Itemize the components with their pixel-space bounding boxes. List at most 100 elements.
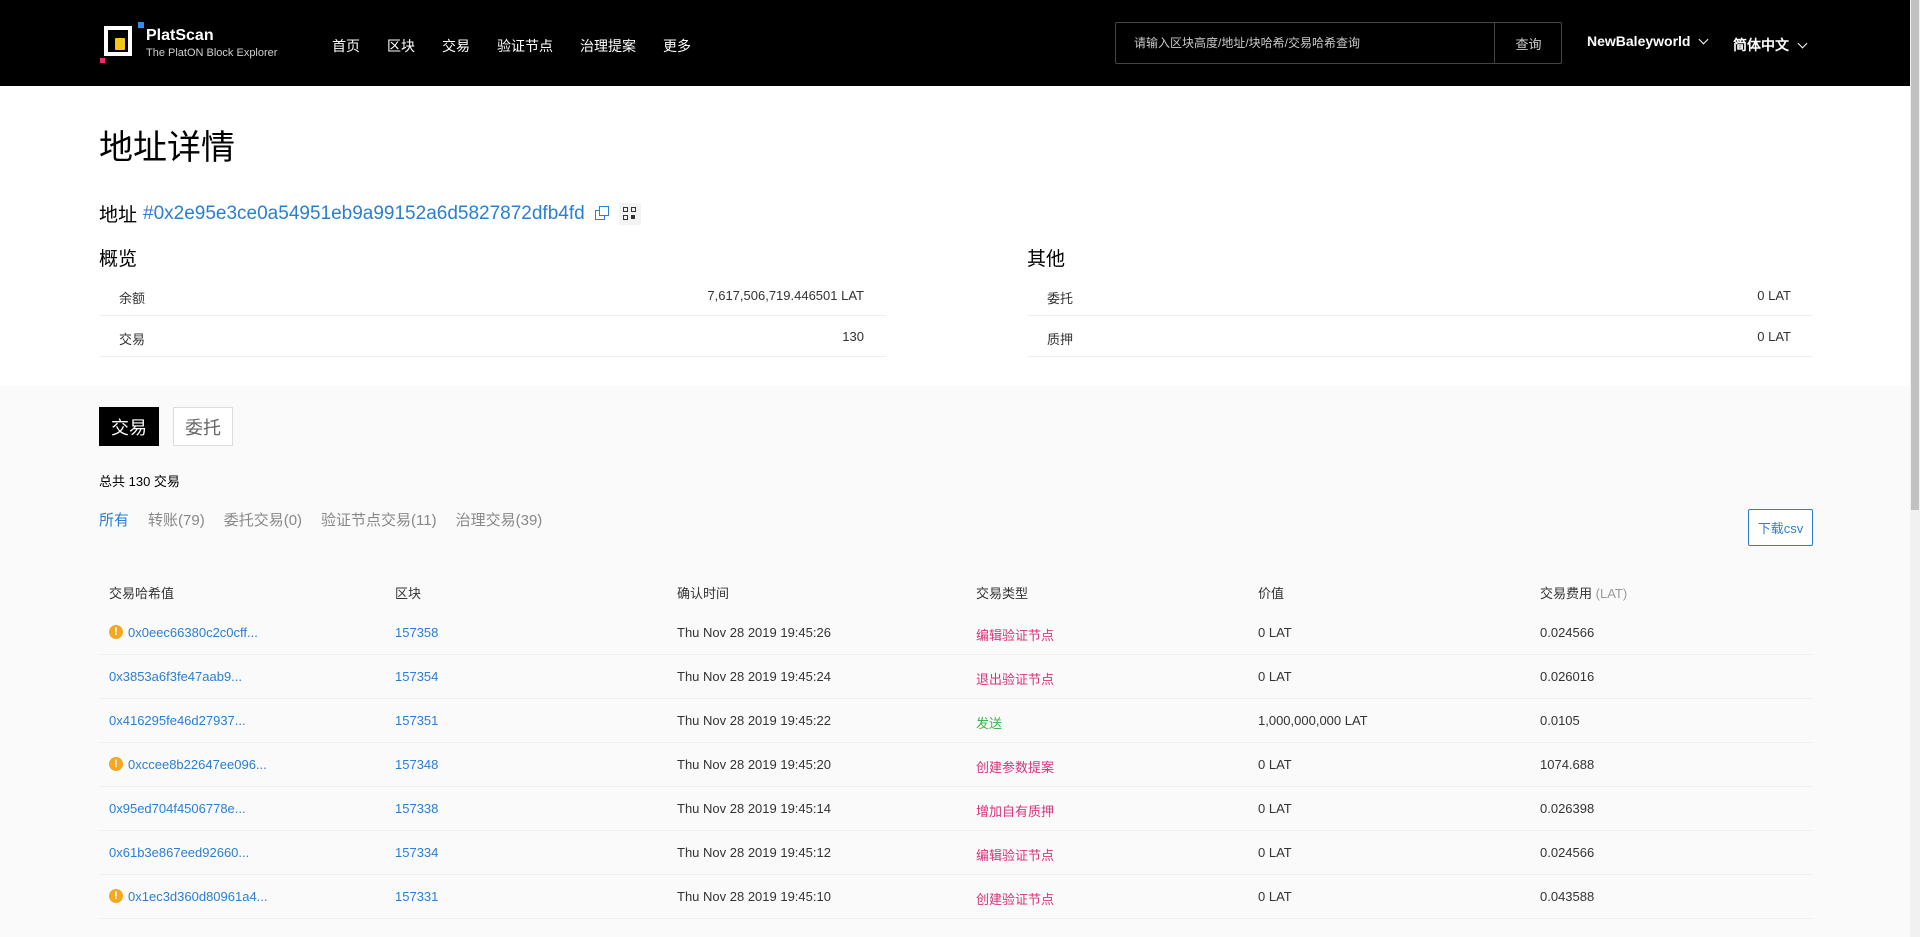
filter-transfer[interactable]: 转账(79) xyxy=(148,509,205,530)
tx-hash-link[interactable]: 0x1ec3d360d80961a4... xyxy=(128,889,268,904)
table-row: 0x95ed704f4506778e... 157338 Thu Nov 28 … xyxy=(99,787,1813,831)
block-link[interactable]: 157348 xyxy=(395,757,438,772)
address-value[interactable]: #0x2e95e3ce0a54951eb9a99152a6d5827872dfb… xyxy=(143,203,585,225)
other-row-delegation: 委托 0 LAT xyxy=(1027,275,1813,316)
brand-subtitle: The PlatON Block Explorer xyxy=(146,47,278,59)
copy-icon[interactable] xyxy=(594,205,611,222)
warning-icon: ! xyxy=(109,757,123,771)
nav-item-more[interactable]: 更多 xyxy=(663,36,691,56)
table-header: 交易哈希值 区块 确认时间 交易类型 价值 交易费用 (LAT) xyxy=(99,580,1813,604)
filter-all[interactable]: 所有 xyxy=(99,509,129,530)
filter-delegation[interactable]: 委托交易(0) xyxy=(224,509,302,530)
table-row: ! 0x1ec3d360d80961a4... 157331 Thu Nov 2… xyxy=(99,875,1813,919)
tx-type: 编辑验证节点 xyxy=(976,848,1055,863)
main-nav: 首页 区块 交易 验证节点 治理提案 更多 xyxy=(332,36,718,56)
block-link[interactable]: 157334 xyxy=(395,845,438,860)
block-link[interactable]: 157351 xyxy=(395,713,438,728)
other-title: 其他 xyxy=(1027,249,1066,270)
tx-fee: 0.024566 xyxy=(1540,845,1595,860)
tx-type: 发送 xyxy=(976,716,1003,731)
network-label: NewBaleyworld xyxy=(1587,33,1691,49)
tx-value: 0 LAT xyxy=(1258,889,1292,904)
tx-fee: 0.026398 xyxy=(1540,801,1595,816)
table-row: 0x3853a6f3fe47aab9... 157354 Thu Nov 28 … xyxy=(99,655,1813,699)
staking-label: 质押 xyxy=(1047,332,1074,347)
staking-value: 0 LAT xyxy=(1757,329,1791,344)
address-label: 地址 xyxy=(99,205,138,226)
tx-type: 增加自有质押 xyxy=(976,804,1055,819)
tx-time: Thu Nov 28 2019 19:45:24 xyxy=(677,669,831,684)
chevron-down-icon xyxy=(1699,34,1709,44)
overview-title: 概览 xyxy=(99,249,138,270)
network-select[interactable]: NewBaleyworld xyxy=(1587,33,1709,49)
qr-code-icon[interactable] xyxy=(618,202,641,225)
chevron-down-icon xyxy=(1797,38,1808,48)
tab-transactions[interactable]: 交易 xyxy=(99,407,159,446)
nav-item-blocks[interactable]: 区块 xyxy=(387,36,415,56)
block-link[interactable]: 157338 xyxy=(395,801,438,816)
tx-fee: 0.026016 xyxy=(1540,669,1595,684)
search-button[interactable]: 查询 xyxy=(1494,23,1562,63)
tab-delegations[interactable]: 委托 xyxy=(173,407,233,446)
tx-time: Thu Nov 28 2019 19:45:22 xyxy=(677,713,831,728)
col-hash: 交易哈希值 xyxy=(109,586,175,601)
logo-core xyxy=(115,38,125,50)
block-link[interactable]: 157354 xyxy=(395,669,438,684)
tx-hash-link[interactable]: 0x3853a6f3fe47aab9... xyxy=(109,669,242,684)
col-fee: 交易费用 (LAT) xyxy=(1540,583,1627,602)
scrollbar-thumb[interactable] xyxy=(1911,0,1919,510)
tx-value: 0 LAT xyxy=(1258,757,1292,772)
transactions-value: 130 xyxy=(842,329,864,344)
delegation-label: 委托 xyxy=(1047,291,1074,306)
warning-icon: ! xyxy=(109,889,123,903)
platscan-logo-icon[interactable] xyxy=(100,22,144,64)
other-row-staking: 质押 0 LAT xyxy=(1027,316,1813,357)
tx-type: 创建参数提案 xyxy=(976,760,1055,775)
tx-hash-link[interactable]: 0x416295fe46d27937... xyxy=(109,713,246,728)
nav-item-validators[interactable]: 验证节点 xyxy=(497,36,553,56)
nav-item-home[interactable]: 首页 xyxy=(332,36,360,56)
overview-row-transactions: 交易 130 xyxy=(99,316,886,357)
address-line: 地址 #0x2e95e3ce0a54951eb9a99152a6d5827872… xyxy=(99,200,641,227)
filter-validator[interactable]: 验证节点交易(11) xyxy=(321,509,437,530)
search-input[interactable] xyxy=(1116,23,1494,63)
nav-item-transactions[interactable]: 交易 xyxy=(442,36,470,56)
col-fee-label: 交易费用 xyxy=(1540,586,1593,601)
tx-value: 0 LAT xyxy=(1258,801,1292,816)
balance-label: 余额 xyxy=(119,291,146,306)
tx-fee: 0.024566 xyxy=(1540,625,1595,640)
logo-dot-blue xyxy=(138,22,144,28)
overview-row-balance: 余额 7,617,506,719.446501 LAT xyxy=(99,275,886,316)
delegation-value: 0 LAT xyxy=(1757,288,1791,303)
tx-fee: 0.043588 xyxy=(1540,889,1595,904)
tx-hash-link[interactable]: 0xccee8b22647ee096... xyxy=(128,757,267,772)
brand-name[interactable]: PlatScan xyxy=(146,27,214,45)
tx-hash-link[interactable]: 0x95ed704f4506778e... xyxy=(109,801,246,816)
balance-value: 7,617,506,719.446501 LAT xyxy=(707,288,864,303)
page-scrollbar[interactable] xyxy=(1910,0,1920,937)
filter-governance[interactable]: 治理交易(39) xyxy=(456,509,543,530)
total-count: 总共 130 交易 xyxy=(99,474,180,489)
col-value: 价值 xyxy=(1258,586,1285,601)
tx-time: Thu Nov 28 2019 19:45:20 xyxy=(677,757,831,772)
top-navbar: PlatScan The PlatON Block Explorer 首页 区块… xyxy=(0,0,1910,86)
tx-hash-link[interactable]: 0x61b3e867eed92660... xyxy=(109,845,249,860)
block-link[interactable]: 157331 xyxy=(395,889,438,904)
block-link[interactable]: 157358 xyxy=(395,625,438,640)
tx-time: Thu Nov 28 2019 19:45:12 xyxy=(677,845,831,860)
download-csv-button[interactable]: 下载csv xyxy=(1748,509,1813,546)
tx-value: 0 LAT xyxy=(1258,625,1292,640)
language-select[interactable]: 简体中文 xyxy=(1733,35,1808,55)
logo-dot-pink xyxy=(100,58,105,63)
table-row: 0x61b3e867eed92660... 157334 Thu Nov 28 … xyxy=(99,831,1813,875)
col-type: 交易类型 xyxy=(976,586,1029,601)
warning-icon: ! xyxy=(109,625,123,639)
tx-hash-link[interactable]: 0x0eec66380c2c0cff... xyxy=(128,625,258,640)
nav-item-proposals[interactable]: 治理提案 xyxy=(580,36,636,56)
col-fee-unit: (LAT) xyxy=(1595,586,1628,601)
tx-fee: 1074.688 xyxy=(1540,757,1595,772)
table-row: ! 0xccee8b22647ee096... 157348 Thu Nov 2… xyxy=(99,743,1813,787)
col-time: 确认时间 xyxy=(677,586,730,601)
table-row: 0x416295fe46d27937... 157351 Thu Nov 28 … xyxy=(99,699,1813,743)
language-label: 简体中文 xyxy=(1733,37,1789,53)
